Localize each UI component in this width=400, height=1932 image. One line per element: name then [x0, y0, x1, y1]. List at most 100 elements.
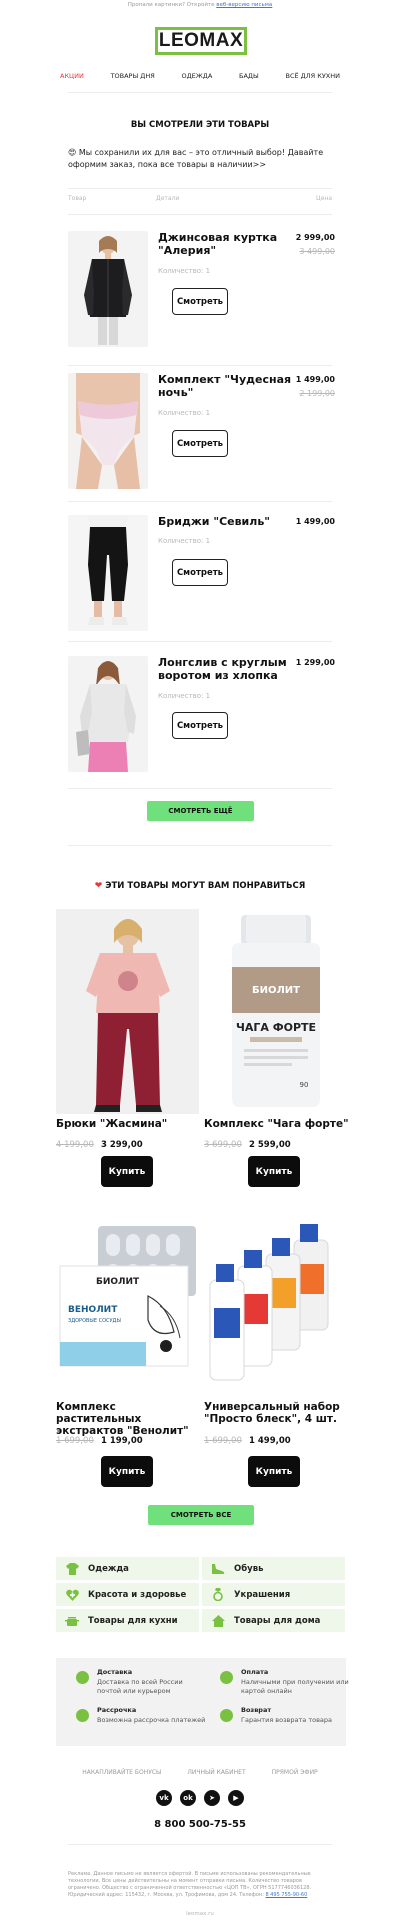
pot-icon: [65, 1614, 79, 1628]
divider: [68, 92, 332, 93]
nav-item-deals-of-day[interactable]: ТОВАРЫ ДНЯ: [111, 72, 155, 80]
product-image-venolit[interactable]: БИОЛИТ ВЕНОЛИТ ЗДОРОВЫЕ СОСУДЫ: [56, 1220, 199, 1425]
footer-links: НАКАПЛИВАЙТЕ БОНУСЫ ЛИЧНЫЙ КАБИНЕТ ПРЯМО…: [0, 1769, 400, 1776]
product-old-price: 1 699,00: [56, 1436, 94, 1446]
divider: [68, 788, 332, 789]
live-link[interactable]: ПРЯМОЙ ЭФИР: [272, 1769, 318, 1776]
preheader-text: Пропали картинки? Откройте: [127, 2, 215, 8]
category-clothing[interactable]: Одежда: [56, 1557, 199, 1580]
buy-button[interactable]: Купить: [248, 1156, 300, 1187]
viewed-intro-text: 😍 Мы сохранили их для вас – это отличный…: [68, 148, 324, 169]
nav-item-kitchen[interactable]: ВСЁ ДЛЯ КУХНИ: [285, 72, 340, 80]
chaga-count-label: 90: [300, 1081, 309, 1089]
info-box: Доставка Доставка по всей России почтой …: [56, 1658, 349, 1746]
view-product-button[interactable]: Смотреть: [172, 288, 228, 315]
clock-icon: [76, 1709, 89, 1722]
vk-icon[interactable]: vk: [156, 1790, 172, 1806]
divider: [68, 501, 332, 502]
youtube-icon[interactable]: ▶: [228, 1790, 244, 1806]
product-price: 3 299,00: [101, 1140, 143, 1150]
nav-item-sales[interactable]: АКЦИИ: [60, 72, 84, 80]
telegram-icon[interactable]: ➤: [204, 1790, 220, 1806]
view-product-button[interactable]: Смотреть: [172, 559, 228, 586]
product-quantity: Количество: 1: [158, 692, 211, 700]
product-price: 2 999,00: [295, 233, 335, 242]
product-price: 1 299,00: [295, 658, 335, 667]
product-image-chaga[interactable]: БИОЛИТ ЧАГА ФОРТЕ 90: [204, 909, 347, 1114]
view-all-button[interactable]: СМОТРЕТЬ ВСЕ: [148, 1505, 254, 1525]
product-quantity: Количество: 1: [158, 267, 211, 275]
category-label: Товары для кухни: [88, 1615, 178, 1626]
product-price: 1 499,00: [249, 1436, 291, 1446]
product-name[interactable]: Комплекс "Чага форте": [204, 1118, 349, 1130]
category-label: Обувь: [234, 1563, 264, 1574]
info-title: Доставка: [97, 1668, 133, 1676]
nav-item-clothing[interactable]: ОДЕЖДА: [181, 72, 212, 80]
info-text: Гарантия возврата товара: [241, 1716, 333, 1724]
nav-item-supplements[interactable]: БАДЫ: [239, 72, 259, 80]
phone-number[interactable]: 8 800 500-75-55: [0, 1819, 400, 1830]
category-home[interactable]: Товары для дома: [202, 1609, 345, 1632]
buy-button[interactable]: Купить: [248, 1456, 300, 1487]
account-link[interactable]: ЛИЧНЫЙ КАБИНЕТ: [187, 1769, 245, 1776]
product-old-price: 2 199,00: [299, 389, 335, 398]
web-version-link[interactable]: веб-версию письма: [216, 2, 272, 8]
recommend-section-title: ❤ ЭТИ ТОВАРЫ МОГУТ ВАМ ПОНРАВИТЬСЯ: [0, 881, 400, 891]
info-title: Оплата: [241, 1668, 269, 1676]
social-links: vk ok ➤ ▶: [0, 1790, 400, 1806]
category-beauty-health[interactable]: Красота и здоровье: [56, 1583, 199, 1606]
ok-icon[interactable]: ok: [180, 1790, 196, 1806]
shoe-icon: [211, 1562, 225, 1576]
category-shoes[interactable]: Обувь: [202, 1557, 345, 1580]
info-text: Наличными при получении или картой онлай…: [241, 1678, 349, 1695]
category-label: Одежда: [88, 1563, 129, 1574]
shirt-icon: [65, 1562, 79, 1576]
legal-phone-link[interactable]: 8 495 755-90-60: [265, 1892, 307, 1898]
info-title: Возврат: [241, 1706, 272, 1714]
product-image-pants[interactable]: [56, 909, 199, 1114]
category-label: Красота и здоровье: [88, 1589, 187, 1600]
divider: [68, 214, 332, 215]
footer-domain[interactable]: leomax.ru: [0, 1911, 400, 1917]
product-name[interactable]: Комплекс растительных экстрактов "Веноли…: [56, 1401, 201, 1437]
bonus-link[interactable]: НАКАПЛИВАЙТЕ БОНУСЫ: [82, 1769, 161, 1776]
product-image-longsleeve[interactable]: [68, 656, 148, 772]
info-text: Возможна рассрочка платежей: [97, 1716, 206, 1724]
product-name[interactable]: Брюки "Жасмина": [56, 1118, 201, 1130]
buy-button[interactable]: Купить: [101, 1156, 153, 1187]
product-price: 1 499,00: [295, 375, 335, 384]
product-name[interactable]: Универсальный набор "Просто блеск", 4 шт…: [204, 1401, 349, 1425]
buy-button[interactable]: Купить: [101, 1456, 153, 1487]
product-quantity: Количество: 1: [158, 537, 211, 545]
product-old-price: 3 699,00: [204, 1140, 242, 1150]
ruble-icon: [220, 1671, 233, 1684]
divider: [68, 365, 332, 366]
product-image-cleaning-set[interactable]: [204, 1220, 347, 1425]
product-name[interactable]: Комплект "Чудесная ночь": [158, 373, 293, 399]
chaga-title-label: ЧАГА ФОРТЕ: [236, 1021, 316, 1034]
view-product-button[interactable]: Смотреть: [172, 430, 228, 457]
info-title: Рассрочка: [97, 1706, 137, 1714]
divider: [68, 1844, 332, 1845]
leomax-logo[interactable]: LEOMAX: [155, 27, 247, 55]
category-jewelry[interactable]: Украшения: [202, 1583, 345, 1606]
divider: [68, 188, 332, 189]
viewed-section-title: ВЫ СМОТРЕЛИ ЭТИ ТОВАРЫ: [130, 120, 270, 130]
product-name[interactable]: Лонгслив с круглым воротом из хлопка: [158, 656, 293, 682]
view-product-button[interactable]: Смотреть: [172, 712, 228, 739]
product-name[interactable]: Джинсовая куртка "Алерия": [158, 231, 293, 257]
header-item: Товар: [68, 195, 87, 202]
product-image-lingerie[interactable]: [68, 373, 148, 489]
preheader: Пропали картинки? Откройте веб-версию пи…: [0, 2, 400, 8]
recommend-title-text: ЭТИ ТОВАРЫ МОГУТ ВАМ ПОНРАВИТЬСЯ: [105, 881, 306, 891]
product-price: 2 599,00: [249, 1140, 291, 1150]
venolit-subtitle-label: ЗДОРОВЫЕ СОСУДЫ: [68, 1318, 121, 1324]
view-more-button[interactable]: СМОТРЕТЬ ЕЩЁ: [147, 801, 254, 821]
product-name[interactable]: Бриджи "Севиль": [158, 515, 293, 528]
product-image-breeches[interactable]: [68, 515, 148, 631]
header-price: Цена: [316, 195, 332, 202]
category-kitchen[interactable]: Товары для кухни: [56, 1609, 199, 1632]
product-old-price: 4 199,00: [56, 1140, 94, 1150]
product-image-jacket[interactable]: [68, 231, 148, 347]
product-quantity: Количество: 1: [158, 409, 211, 417]
